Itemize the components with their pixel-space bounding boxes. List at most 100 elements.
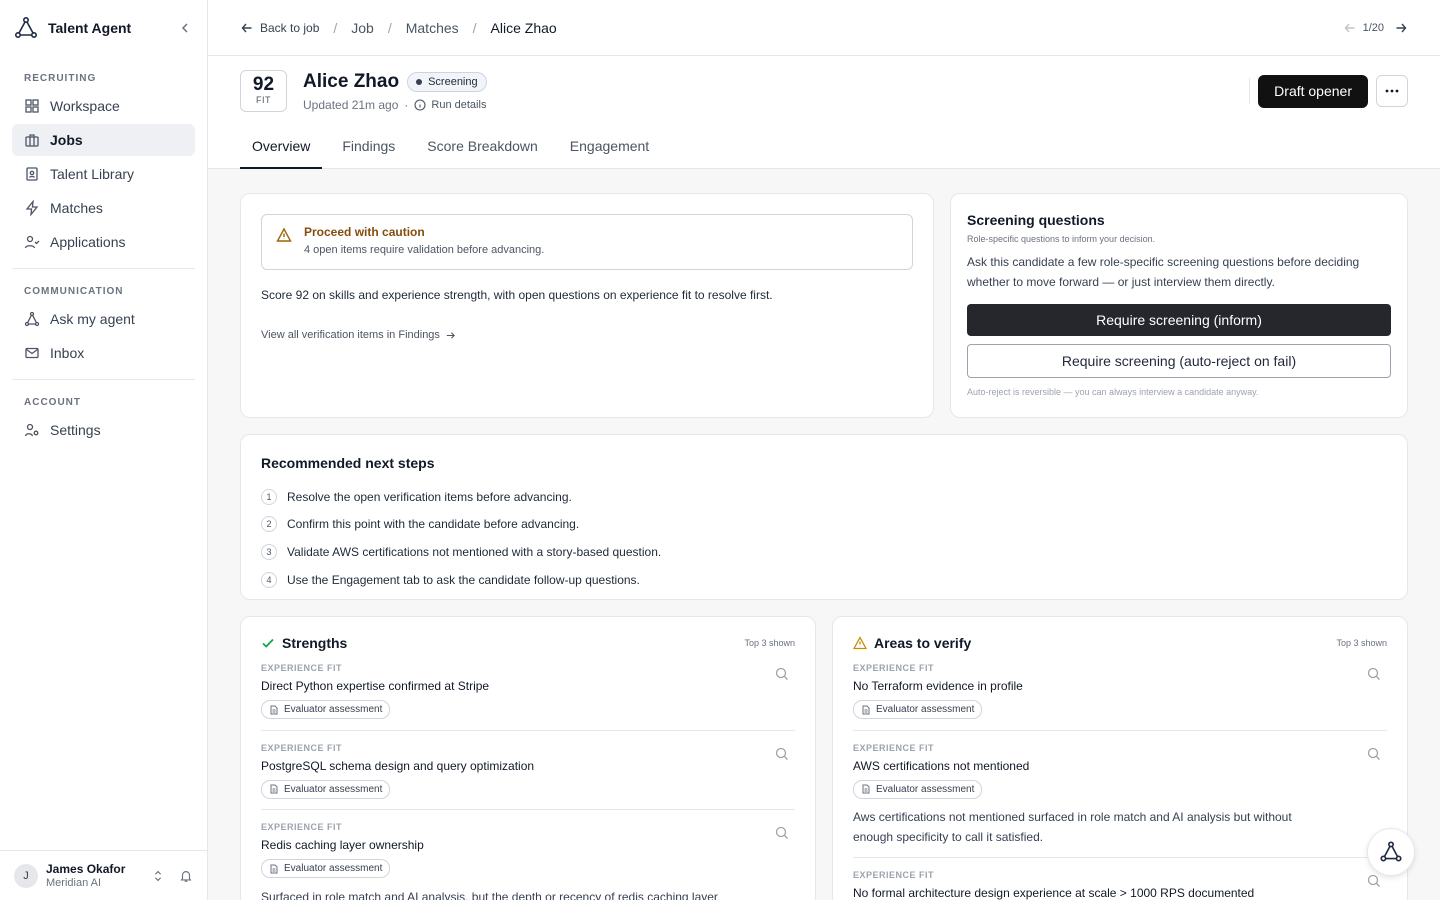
document-icon [270,705,278,714]
verify-title: Areas to verify [874,635,972,651]
chevron-up-down-icon[interactable] [151,869,165,883]
search-icon[interactable] [775,826,789,840]
list-item[interactable]: EXPERIENCE FIT No Terraform evidence in … [853,663,1387,731]
evidence-chip[interactable]: Evaluator assessment [853,700,983,719]
search-icon[interactable] [1367,747,1381,761]
sidebar-item-label: Ask my agent [50,311,135,327]
finding-title: AWS certifications not mentioned [853,758,1030,773]
arrow-left-icon[interactable] [1343,21,1357,35]
briefcase-icon [25,134,39,147]
status-label: Screening [428,75,478,88]
breadcrumb-separator: / [333,19,338,36]
back-to-job-link[interactable]: Back to job [240,21,319,35]
chip-label: Evaluator assessment [284,704,383,715]
tab-findings[interactable]: Findings [330,126,407,169]
search-icon[interactable] [775,667,789,681]
finding-category: EXPERIENCE FIT [261,822,343,832]
user-name: James Okafor [46,862,126,876]
list-item[interactable]: EXPERIENCE FIT AWS certifications not me… [853,743,1387,858]
avatar: J [14,863,38,888]
evidence-chip[interactable]: Evaluator assessment [261,859,391,878]
tab-engagement[interactable]: Engagement [558,126,661,169]
sidebar-item-applications[interactable]: Applications [12,226,195,258]
collapse-sidebar-icon[interactable] [177,20,193,36]
require-screening-auto-reject-button[interactable]: Require screening (auto-reject on fail) [967,344,1391,378]
step-number: 4 [261,571,277,588]
breadcrumb-matches[interactable]: Matches [406,20,459,36]
screening-description: Ask this candidate a few role-specific s… [967,255,1360,289]
agent-icon [1380,841,1402,862]
list-item[interactable]: EXPERIENCE FIT PostgreSQL schema design … [261,743,795,810]
step-text: Use the Engagement tab to ask the candid… [287,572,640,587]
sidebar-item-label: Jobs [50,132,83,148]
sidebar-item-jobs[interactable]: Jobs [12,124,195,156]
breadcrumb-current: Alice Zhao [490,19,557,36]
sidebar-item-label: Matches [50,200,103,216]
sidebar-item-ask-my-agent[interactable]: Ask my agent [12,303,195,335]
more-actions-button[interactable] [1376,75,1408,107]
sidebar-item-label: Inbox [50,345,85,361]
header-divider [1249,78,1251,104]
finding-title: PostgreSQL schema design and query optim… [261,758,535,773]
evidence-chip[interactable]: Evaluator assessment [261,700,391,719]
summary-text: Score 92 on skills and experience streng… [261,288,773,302]
sidebar: Talent Agent RECRUITING Workspace Jobs T… [0,0,208,900]
sidebar-item-inbox[interactable]: Inbox [12,337,195,369]
agent-icon [24,311,40,327]
sidebar-item-talent-library[interactable]: Talent Library [12,158,195,190]
user-menu[interactable]: J James Okafor Meridian AI [0,850,207,900]
sidebar-item-label: Applications [50,234,126,250]
sidebar-item-matches[interactable]: Matches [12,192,195,224]
run-details-label: Run details [431,98,487,111]
step-text: Confirm this point with the candidate be… [287,517,580,532]
finding-category: EXPERIENCE FIT [853,870,935,880]
evidence-chip[interactable]: Evaluator assessment [853,779,983,799]
list-item: 2 Confirm this point with the candidate b… [261,511,1387,539]
caution-text: 4 open items require validation before a… [304,244,545,256]
draft-opener-button[interactable]: Draft opener [1258,74,1368,108]
arrow-right-icon [446,331,455,339]
list-item: 4 Use the Engagement tab to ask the candi… [261,566,1387,594]
screening-card: Screening questions Role-specific questi… [950,193,1408,418]
search-icon[interactable] [775,747,789,761]
finding-title: Direct Python expertise confirmed at Str… [261,679,490,693]
sidebar-item-workspace[interactable]: Workspace [12,90,195,122]
agent-logo-icon [14,16,37,38]
bell-icon[interactable] [179,869,193,883]
fit-score-label: FIT [256,95,271,105]
step-number: 2 [261,516,277,533]
more-horizontal-icon [1385,89,1399,93]
run-details-link[interactable]: Run details [414,99,486,111]
step-text: Resolve the open verification items befo… [287,489,572,504]
search-icon[interactable] [1367,874,1381,888]
evidence-chip[interactable]: Evaluator assessment [261,779,391,799]
tab-score-breakdown[interactable]: Score Breakdown [415,126,550,169]
require-screening-inform-button[interactable]: Require screening (inform) [967,304,1391,336]
screening-title: Screening questions [967,212,1105,228]
nav-section-recruiting: RECRUITING [24,73,97,84]
nav-section-account: ACCOUNT [24,397,81,408]
list-item[interactable]: EXPERIENCE FIT No formal architecture de… [853,870,1387,900]
lightning-icon [25,200,39,216]
next-steps-card: Recommended next steps 1 Resolve the open… [240,434,1408,600]
finding-title: No Terraform evidence in profile [853,679,1023,693]
ask-agent-fab[interactable] [1367,828,1415,876]
search-icon[interactable] [1367,667,1381,681]
sidebar-item-settings[interactable]: Settings [12,414,195,446]
step-number: 3 [261,543,277,560]
breadcrumb-job[interactable]: Job [351,20,374,36]
finding-category: EXPERIENCE FIT [853,663,935,673]
user-org: Meridian AI [46,877,102,889]
finding-description: Aws certifications not mentioned surface… [853,810,1292,844]
breadcrumb-separator: / [472,19,477,36]
list-item[interactable]: EXPERIENCE FIT Redis caching layer owner… [261,822,795,900]
tab-overview[interactable]: Overview [240,126,323,169]
list-item[interactable]: EXPERIENCE FIT Direct Python expertise c… [261,663,795,731]
sidebar-item-label: Talent Library [50,166,135,182]
view-all-findings-link[interactable]: View all verification items in Findings [261,329,913,341]
warning-icon [853,636,867,650]
fit-score: 92 FIT [240,70,287,112]
next-steps-title: Recommended next steps [261,455,435,471]
strengths-meta: Top 3 shown [744,638,795,648]
arrow-right-icon[interactable] [1394,21,1408,35]
